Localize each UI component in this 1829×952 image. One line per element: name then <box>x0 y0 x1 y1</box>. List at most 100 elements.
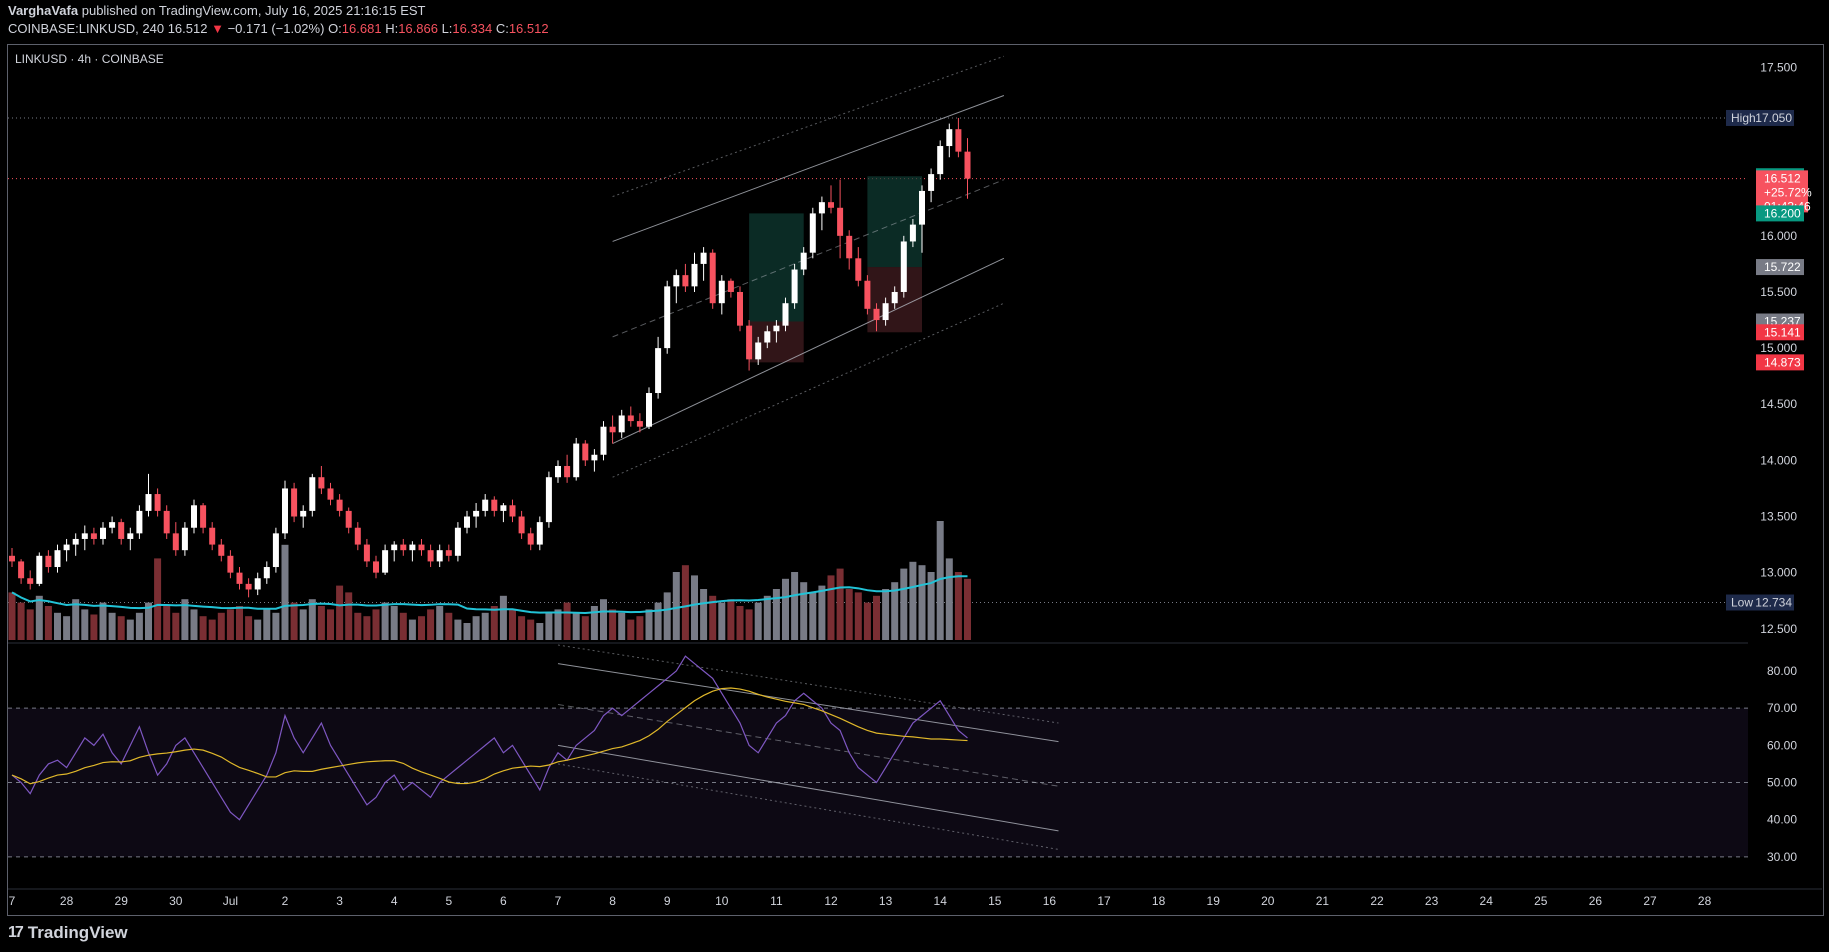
candle-body <box>818 202 825 214</box>
price-tag-value: 14.873 <box>1764 355 1801 369</box>
volume-bar <box>154 558 162 640</box>
price-tick-label: 15.500 <box>1760 285 1797 299</box>
volume-bar <box>245 616 253 640</box>
volume-bar <box>900 568 908 640</box>
candle-body <box>227 555 234 573</box>
candle-body <box>391 544 398 551</box>
volume-bar <box>117 616 125 640</box>
candle-body <box>245 583 252 590</box>
candle-body <box>282 488 288 534</box>
volume-bar <box>727 599 735 640</box>
volume-bar <box>563 602 571 640</box>
channel-mid-line <box>612 179 1005 338</box>
candle-body <box>236 572 243 584</box>
price-tick-label: 15.000 <box>1760 341 1797 355</box>
candle-body <box>773 325 780 332</box>
candle-body <box>181 527 188 551</box>
channel-outer-lower-line <box>612 302 1005 478</box>
volume-bar <box>499 595 507 640</box>
candle-body <box>691 263 698 287</box>
volume-bar <box>527 619 535 640</box>
volume-bar <box>845 589 853 640</box>
price-tag-value: 15.141 <box>1764 325 1801 339</box>
rsi-tick-label: 70.00 <box>1767 701 1797 715</box>
time-tick-label: 16 <box>1043 894 1057 908</box>
candle-body <box>900 241 907 292</box>
volume-bar <box>545 612 553 640</box>
last-price-tag-value: 16.512 <box>1764 171 1801 185</box>
candle-body <box>81 533 88 539</box>
rsi-tick-label: 40.00 <box>1767 813 1797 827</box>
candle-body <box>545 477 552 523</box>
volume-bar <box>263 609 271 640</box>
candle-body <box>700 252 707 264</box>
time-tick-label: 26 <box>1589 894 1603 908</box>
price-chart[interactable]: 17.500 16.000 15.500 15.000 14.500 14.000 13.5… <box>0 0 1829 952</box>
time-tick-label: 12 <box>824 894 838 908</box>
candle-body <box>318 477 325 489</box>
candle-body <box>172 533 179 551</box>
volume-bar <box>226 609 234 640</box>
time-tick-label: 7 <box>9 894 16 908</box>
candle-body <box>727 280 734 292</box>
candle-body <box>464 516 470 528</box>
candle-body <box>746 325 753 360</box>
candle-body <box>363 544 370 562</box>
time-tick-label: 27 <box>1643 894 1657 908</box>
volume-bar <box>408 619 416 640</box>
volume-bar <box>809 592 817 640</box>
volume-bar <box>272 612 280 640</box>
volume-bar <box>345 592 353 640</box>
volume-bar <box>354 612 362 640</box>
volume-bar <box>600 599 607 640</box>
rsi-tick-label: 50.00 <box>1767 776 1797 790</box>
candle-body <box>636 421 643 427</box>
volume-bar <box>672 572 680 640</box>
channel-upper-line <box>612 95 1005 242</box>
low-tag-value: 12.734 <box>1755 596 1792 610</box>
volume-bar <box>63 616 71 640</box>
volume-bar <box>363 616 371 640</box>
price-tick-label: 13.500 <box>1760 510 1797 524</box>
candle-body <box>291 488 298 517</box>
candle-body <box>919 190 925 225</box>
candle-body <box>191 505 197 528</box>
volume-bar <box>854 592 862 640</box>
candle-body <box>118 522 125 539</box>
candle-body <box>263 567 270 579</box>
candle-body <box>72 538 79 545</box>
volume-bar <box>290 602 298 640</box>
volume-bar <box>763 595 771 640</box>
low-tag-title: Low <box>1731 596 1753 610</box>
volume-bar <box>663 592 671 640</box>
volume-bar <box>390 606 398 640</box>
time-tick-label: 22 <box>1370 894 1384 908</box>
volume-bar <box>126 619 134 640</box>
volume-bar <box>463 623 471 640</box>
volume-bar <box>863 602 871 640</box>
volume-bar <box>427 609 435 640</box>
volume-bar <box>754 602 762 640</box>
candle-body <box>300 510 307 517</box>
volume-bar <box>636 616 644 640</box>
candle-body <box>764 331 771 343</box>
candle-body <box>9 555 15 562</box>
candle-body <box>655 348 662 394</box>
volume-bar <box>336 585 344 640</box>
tradingview-brand[interactable]: 17 TradingView <box>8 923 128 943</box>
candle-body <box>864 280 871 309</box>
candle-body <box>591 454 598 461</box>
volume-bar <box>627 619 635 640</box>
candle-body <box>454 527 461 556</box>
time-tick-label: Jul <box>223 894 238 908</box>
candle-body <box>627 415 634 422</box>
candle-body <box>791 269 798 304</box>
candle-body <box>145 494 152 511</box>
candle-body <box>409 544 416 551</box>
candle-body <box>436 550 443 562</box>
volume-bar <box>609 609 617 640</box>
candle-body <box>928 174 935 191</box>
candle-body <box>354 527 361 545</box>
time-tick-label: 29 <box>115 894 129 908</box>
candle-body <box>964 151 971 179</box>
